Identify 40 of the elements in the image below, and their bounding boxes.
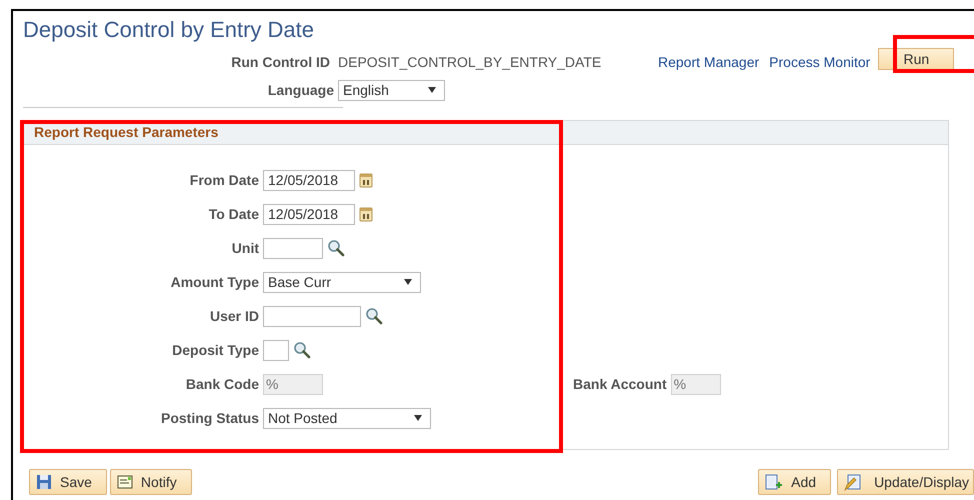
dropdown-arrow-icon xyxy=(404,279,412,285)
add-page-icon xyxy=(765,474,784,490)
add-button[interactable]: Add xyxy=(758,469,832,495)
notify-button[interactable]: Notify xyxy=(110,469,192,495)
search-icon[interactable] xyxy=(365,307,383,325)
search-icon[interactable] xyxy=(293,341,311,359)
search-icon[interactable] xyxy=(327,239,345,257)
field-label: Bank Account xyxy=(573,374,668,394)
calendar-icon[interactable] xyxy=(359,206,373,222)
language-dropdown[interactable]: English xyxy=(338,80,445,100)
panel-title: Report Request Parameters xyxy=(34,123,218,142)
run-button[interactable]: Run xyxy=(878,48,954,70)
calendar-icon[interactable] xyxy=(359,172,373,188)
edit-page-icon xyxy=(844,474,862,490)
date-field[interactable]: 12/05/2018 xyxy=(263,170,355,190)
field-label: Run Control ID xyxy=(230,52,331,72)
link[interactable]: Process Monitor xyxy=(769,52,870,72)
field-label: Deposit Type xyxy=(171,340,260,360)
dropdown-field[interactable]: Base Curr xyxy=(263,272,421,292)
lookup-field[interactable] xyxy=(263,340,289,360)
lookup-field[interactable] xyxy=(263,306,361,326)
page-title: Deposit Control by Entry Date xyxy=(23,16,316,44)
field-label: From Date xyxy=(188,170,260,190)
dropdown-arrow-icon xyxy=(428,87,436,93)
dropdown-field[interactable]: Not Posted xyxy=(263,408,431,428)
field-label: Amount Type xyxy=(170,272,260,292)
field-label: To Date xyxy=(208,204,260,224)
field-label: Posting Status xyxy=(160,408,260,428)
lookup-field[interactable] xyxy=(263,238,323,258)
update-button[interactable]: Update/Display xyxy=(837,469,974,495)
field-label: Unit xyxy=(230,238,260,258)
link[interactable]: Report Manager xyxy=(658,52,760,72)
dropdown-arrow-icon xyxy=(414,415,422,421)
field-label: User ID xyxy=(208,306,260,326)
field-label: Bank Code xyxy=(184,374,260,394)
run-control-id: DEPOSIT_CONTROL_BY_ENTRY_DATE xyxy=(338,52,602,72)
save-button[interactable]: Save xyxy=(29,469,107,495)
note-icon xyxy=(116,475,133,489)
date-field[interactable]: 12/05/2018 xyxy=(263,204,355,224)
field-label: Language xyxy=(266,80,335,100)
